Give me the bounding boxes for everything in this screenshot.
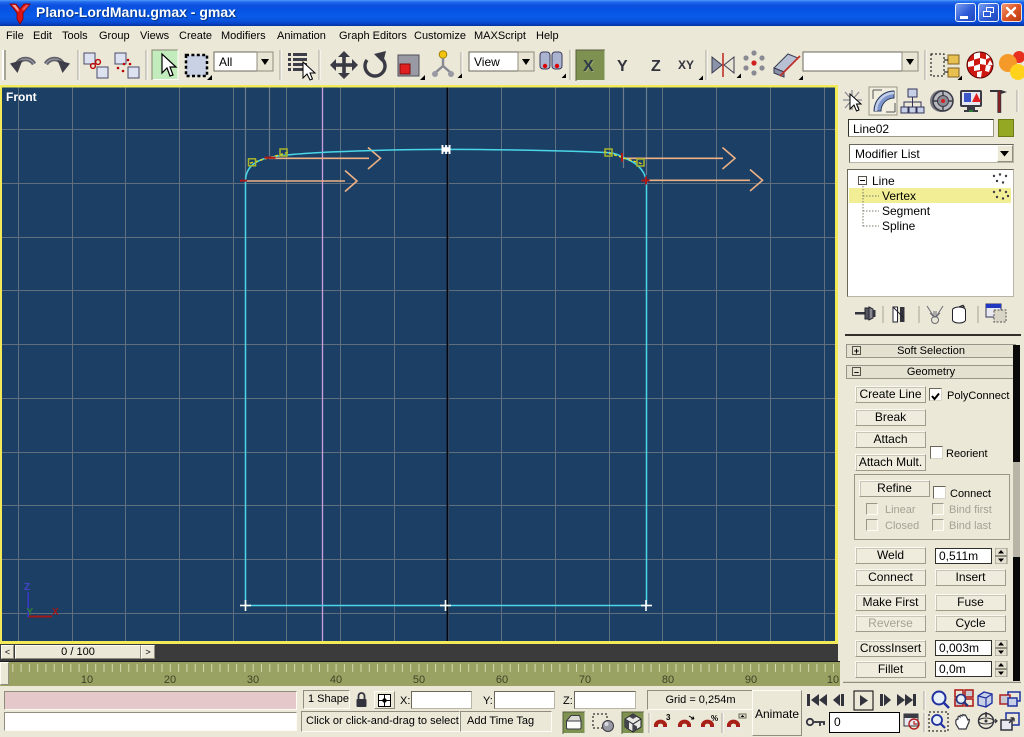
svg-text:XY: XY [678, 58, 694, 72]
svg-text:10: 10 [81, 674, 93, 686]
svg-text:Z: Z [24, 582, 30, 593]
svg-text:All: All [219, 55, 232, 69]
svg-text:90: 90 [745, 674, 757, 686]
svg-text:20: 20 [164, 674, 176, 686]
svg-text:%: % [711, 714, 718, 723]
svg-text:40: 40 [330, 674, 342, 686]
svg-text:Y: Y [617, 58, 628, 75]
svg-text:50: 50 [413, 674, 425, 686]
svg-text:70: 70 [579, 674, 591, 686]
svg-text:10: 10 [827, 674, 839, 686]
svg-text:Y: Y [27, 607, 34, 618]
svg-text:X: X [52, 607, 59, 618]
svg-text:80: 80 [662, 674, 674, 686]
svg-text:X: X [583, 58, 594, 75]
svg-text:60: 60 [496, 674, 508, 686]
svg-text:Z: Z [651, 58, 661, 75]
svg-text:Front: Front [6, 90, 37, 104]
svg-text:30: 30 [247, 674, 259, 686]
svg-text:View: View [474, 55, 500, 69]
svg-text:3: 3 [666, 713, 671, 722]
